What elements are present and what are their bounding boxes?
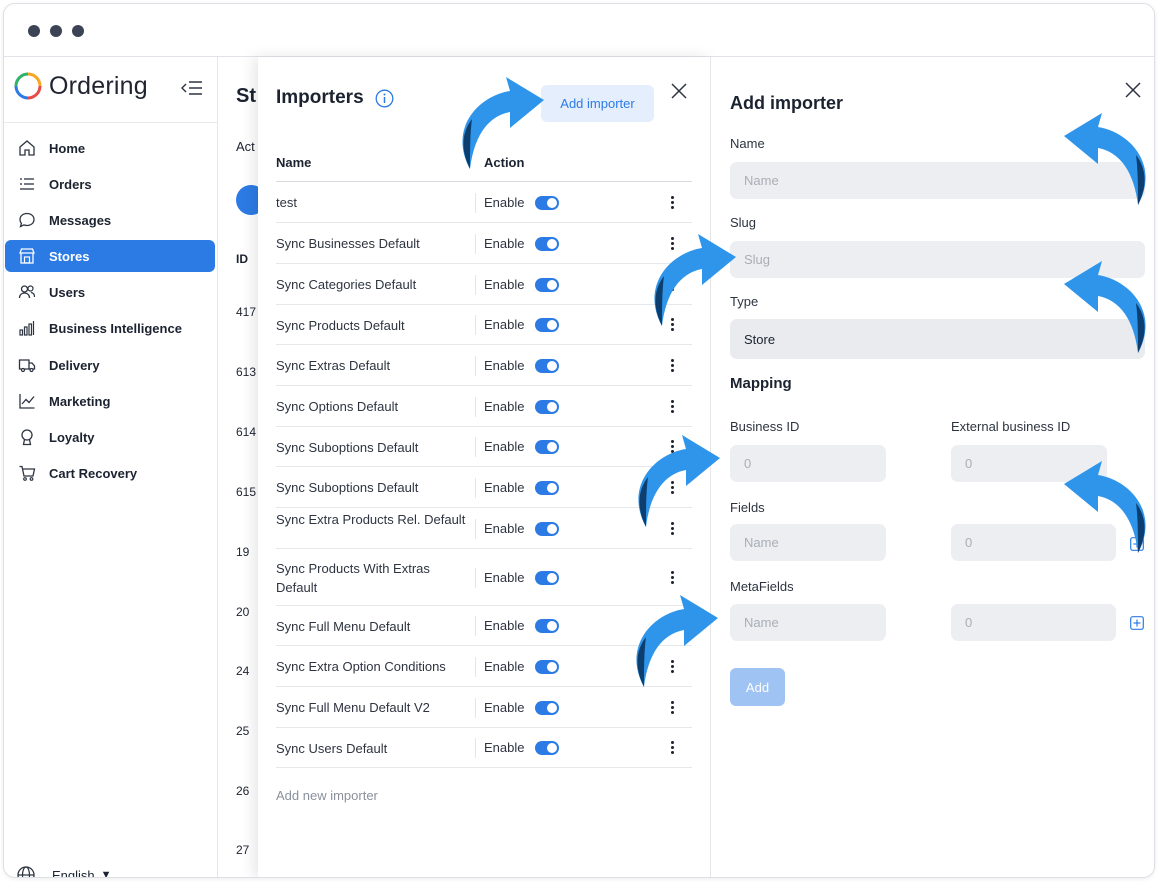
arrow-add-importer-button [462,77,544,169]
arrow-business-id-field [638,435,720,527]
arrow-fields-field [1064,461,1146,553]
arrow-type-field [1064,261,1146,353]
arrow-name-field [1064,113,1146,205]
arrow-metafields-field [636,595,718,687]
annotation-arrows [462,77,1146,687]
arrow-slug-field [654,234,736,326]
